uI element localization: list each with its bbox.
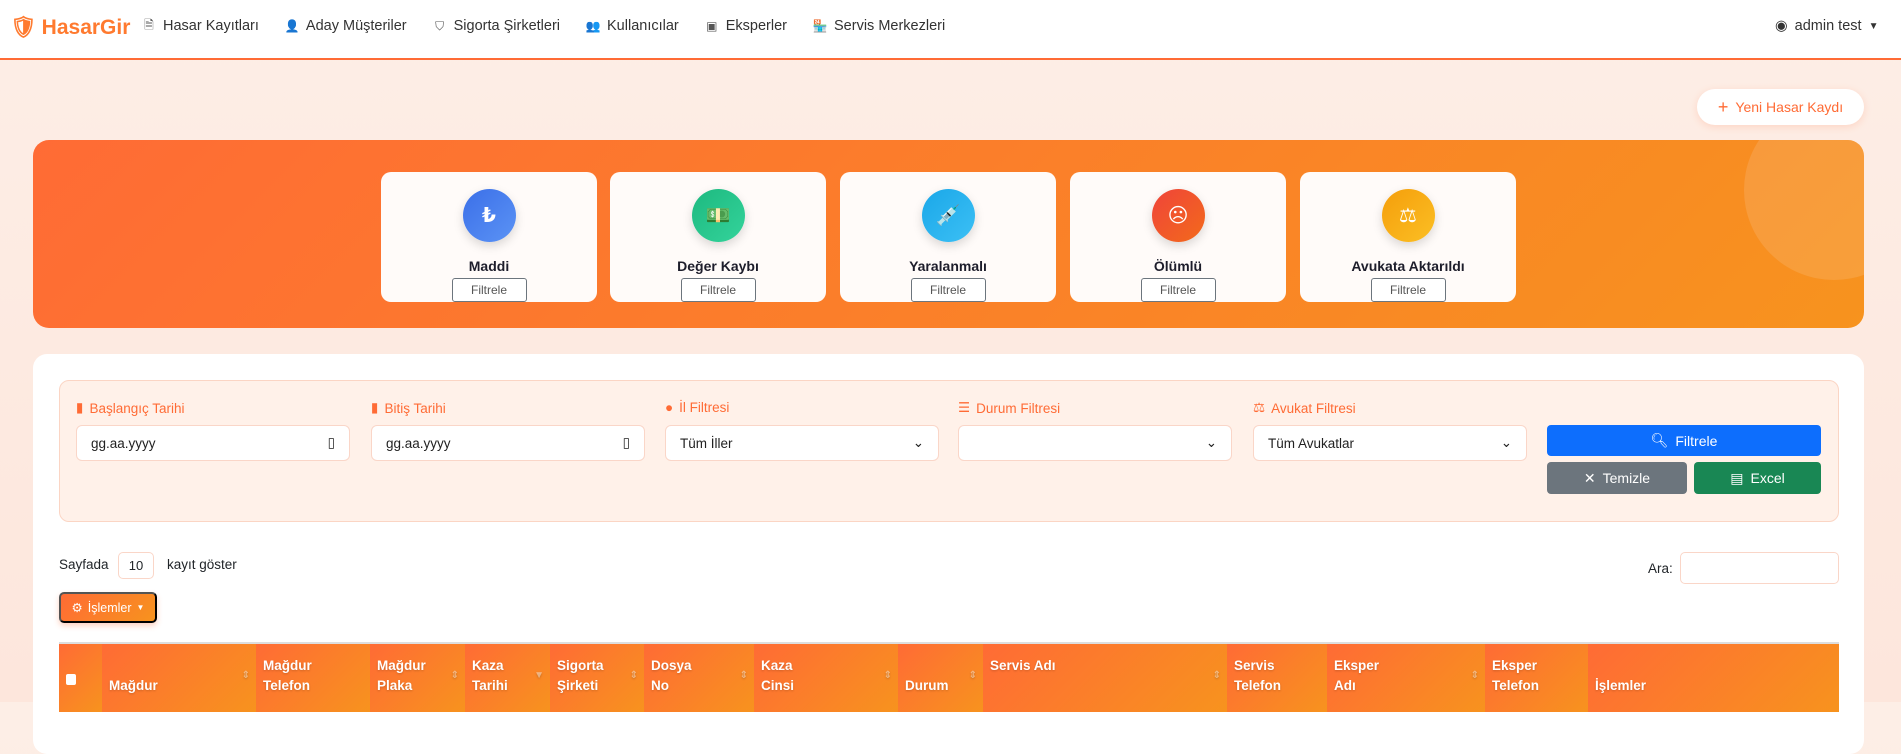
user-circle-icon: ◉ [1775,18,1788,34]
category-icon: ☹ [1151,189,1205,242]
caret-down-icon: ▼ [136,603,145,612]
calendar-icon[interactable]: ▯ [328,435,335,451]
shield-icon: ⛉ [435,18,445,33]
status-select[interactable]: ⌄ [958,425,1232,461]
user-plus-icon: 👤 [284,19,300,33]
sort-icon[interactable]: ⇕ [1213,666,1221,686]
nav-item-4[interactable]: ▣ Eksperler [705,18,787,34]
search-icon: 🔍︎ [1650,432,1669,448]
category-icon: ₺ [462,189,516,242]
start-date-input[interactable]: gg.aa.yyyy ▯ [76,425,350,461]
new-claim-button[interactable]: + Yeni Hasar Kaydı [1697,89,1864,125]
sort-icon[interactable]: ⇕ [630,666,638,686]
filter-button[interactable]: 🔍︎ Filtrele [1547,425,1821,456]
city-select[interactable]: Tüm İller ⌄ [665,425,939,461]
page-size-prefix: Sayfada [59,557,109,572]
close-icon: ✕ [1583,469,1596,486]
navbar: 🛡 HasarGir 🗎 Hasar Kayıtları 👤 Aday Müşteril… [0,0,1901,60]
clear-button[interactable]: ✕ Temizle [1547,462,1687,494]
decorative-circle [1744,140,1864,280]
search-input[interactable] [1680,552,1839,584]
chevron-down-icon: ⌄ [912,435,924,450]
sort-icon[interactable]: ⇕ [884,666,892,686]
lawyer-filter-label: ⚖ Avukat Filtresi [1253,400,1356,416]
sort-icon[interactable]: ⇕ [969,666,977,686]
excel-button[interactable]: ▤ Excel [1694,462,1821,494]
category-title: Ölümlü [1153,258,1203,274]
end-date-input[interactable]: gg.aa.yyyy ▯ [371,425,645,461]
map-pin-icon: ● [665,400,674,415]
gears-icon: ⚙ [71,601,83,615]
category-card: ⚖ Avukata Aktarıldı Filtrele [1300,172,1516,302]
calendar-icon[interactable]: ▯ [623,435,630,451]
category-title: Avukata Aktarıldı [1351,258,1465,274]
file-icon: 🗎 [144,17,154,32]
user-menu[interactable]: ◉ admin test ▼ [1775,18,1878,34]
category-icon: 💉 [921,189,975,242]
sort-icon[interactable]: ⇕ [242,666,250,686]
category-card: 💵 Değer Kaybı Filtrele [610,172,826,302]
category-filter-button[interactable]: Filtrele [910,278,986,302]
category-card: ☹ Ölümlü Filtrele [1070,172,1286,302]
category-icon: ⚖ [1381,189,1435,242]
category-icon: 💵 [691,189,745,242]
sort-icon[interactable]: ⇕ [1471,666,1479,686]
search-label: Ara: [1648,561,1673,576]
caret-down-icon: ▼ [1868,20,1879,32]
chevron-down-icon: ⌄ [1500,435,1512,450]
plus-icon: + [1717,96,1729,117]
brand-logo[interactable]: 🛡 HasarGir [10,16,130,40]
nav-item-5[interactable]: 🏪 Servis Merkezleri [812,18,946,34]
lawyer-select[interactable]: Tüm Avukatlar ⌄ [1253,425,1527,461]
nav-item-1[interactable]: 👤 Aday Müşteriler [284,18,406,34]
nav-item-0[interactable]: 🗎 Hasar Kayıtları [142,17,259,35]
category-banner: ₺ Maddi Filtrele 💵 Değer Kaybı Filtrele 💉 Yaral… [33,140,1864,328]
select-all-checkbox[interactable] [66,674,76,685]
list-check-icon: ☰ [958,400,971,415]
calendar-icon: ▮ [371,400,379,415]
end-date-label: ▮ Bitiş Tarihi [371,400,446,416]
calendar-icon: ▮ [76,400,84,415]
sort-icon[interactable]: ⇕ [740,666,748,686]
category-card: ₺ Maddi Filtrele [381,172,597,302]
page-size-suffix: kayıt göster [167,557,237,572]
users-icon: 👥 [585,19,601,33]
scale-icon: ⚖ [1253,400,1266,415]
shop-icon: 🏪 [812,19,828,33]
category-title: Değer Kaybı [677,258,759,274]
city-filter-label: ● İl Filtresi [665,400,730,415]
category-card: 💉 Yaralanmalı Filtrele [840,172,1056,302]
category-title: Yaralanmalı [909,258,987,274]
category-filter-button[interactable]: Filtrele [680,278,756,302]
nav-item-3[interactable]: 👥 Kullanıcılar [586,18,679,34]
category-title: Maddi [468,258,510,274]
start-date-label: ▮ Başlangıç Tarihi [76,400,185,416]
category-filter-button[interactable]: Filtrele [451,278,527,302]
nav-item-2[interactable]: ⛉ Sigorta Şirketleri [433,18,560,34]
category-filter-button[interactable]: Filtrele [1370,278,1446,302]
excel-file-icon: ▤ [1730,469,1744,486]
badge-icon: ▣ [706,19,718,33]
chevron-down-icon: ⌄ [1205,435,1217,450]
actions-dropdown-button[interactable]: ⚙ İşlemler ▼ [59,592,157,623]
status-filter-label: ☰ Durum Filtresi [958,400,1061,416]
sort-icon[interactable]: ▼ [534,666,544,686]
page-size-select[interactable]: 10 [118,552,154,579]
shield-check-icon: 🛡 [10,16,37,39]
sort-icon[interactable]: ⇕ [451,666,459,686]
category-filter-button[interactable]: Filtrele [1140,278,1216,302]
